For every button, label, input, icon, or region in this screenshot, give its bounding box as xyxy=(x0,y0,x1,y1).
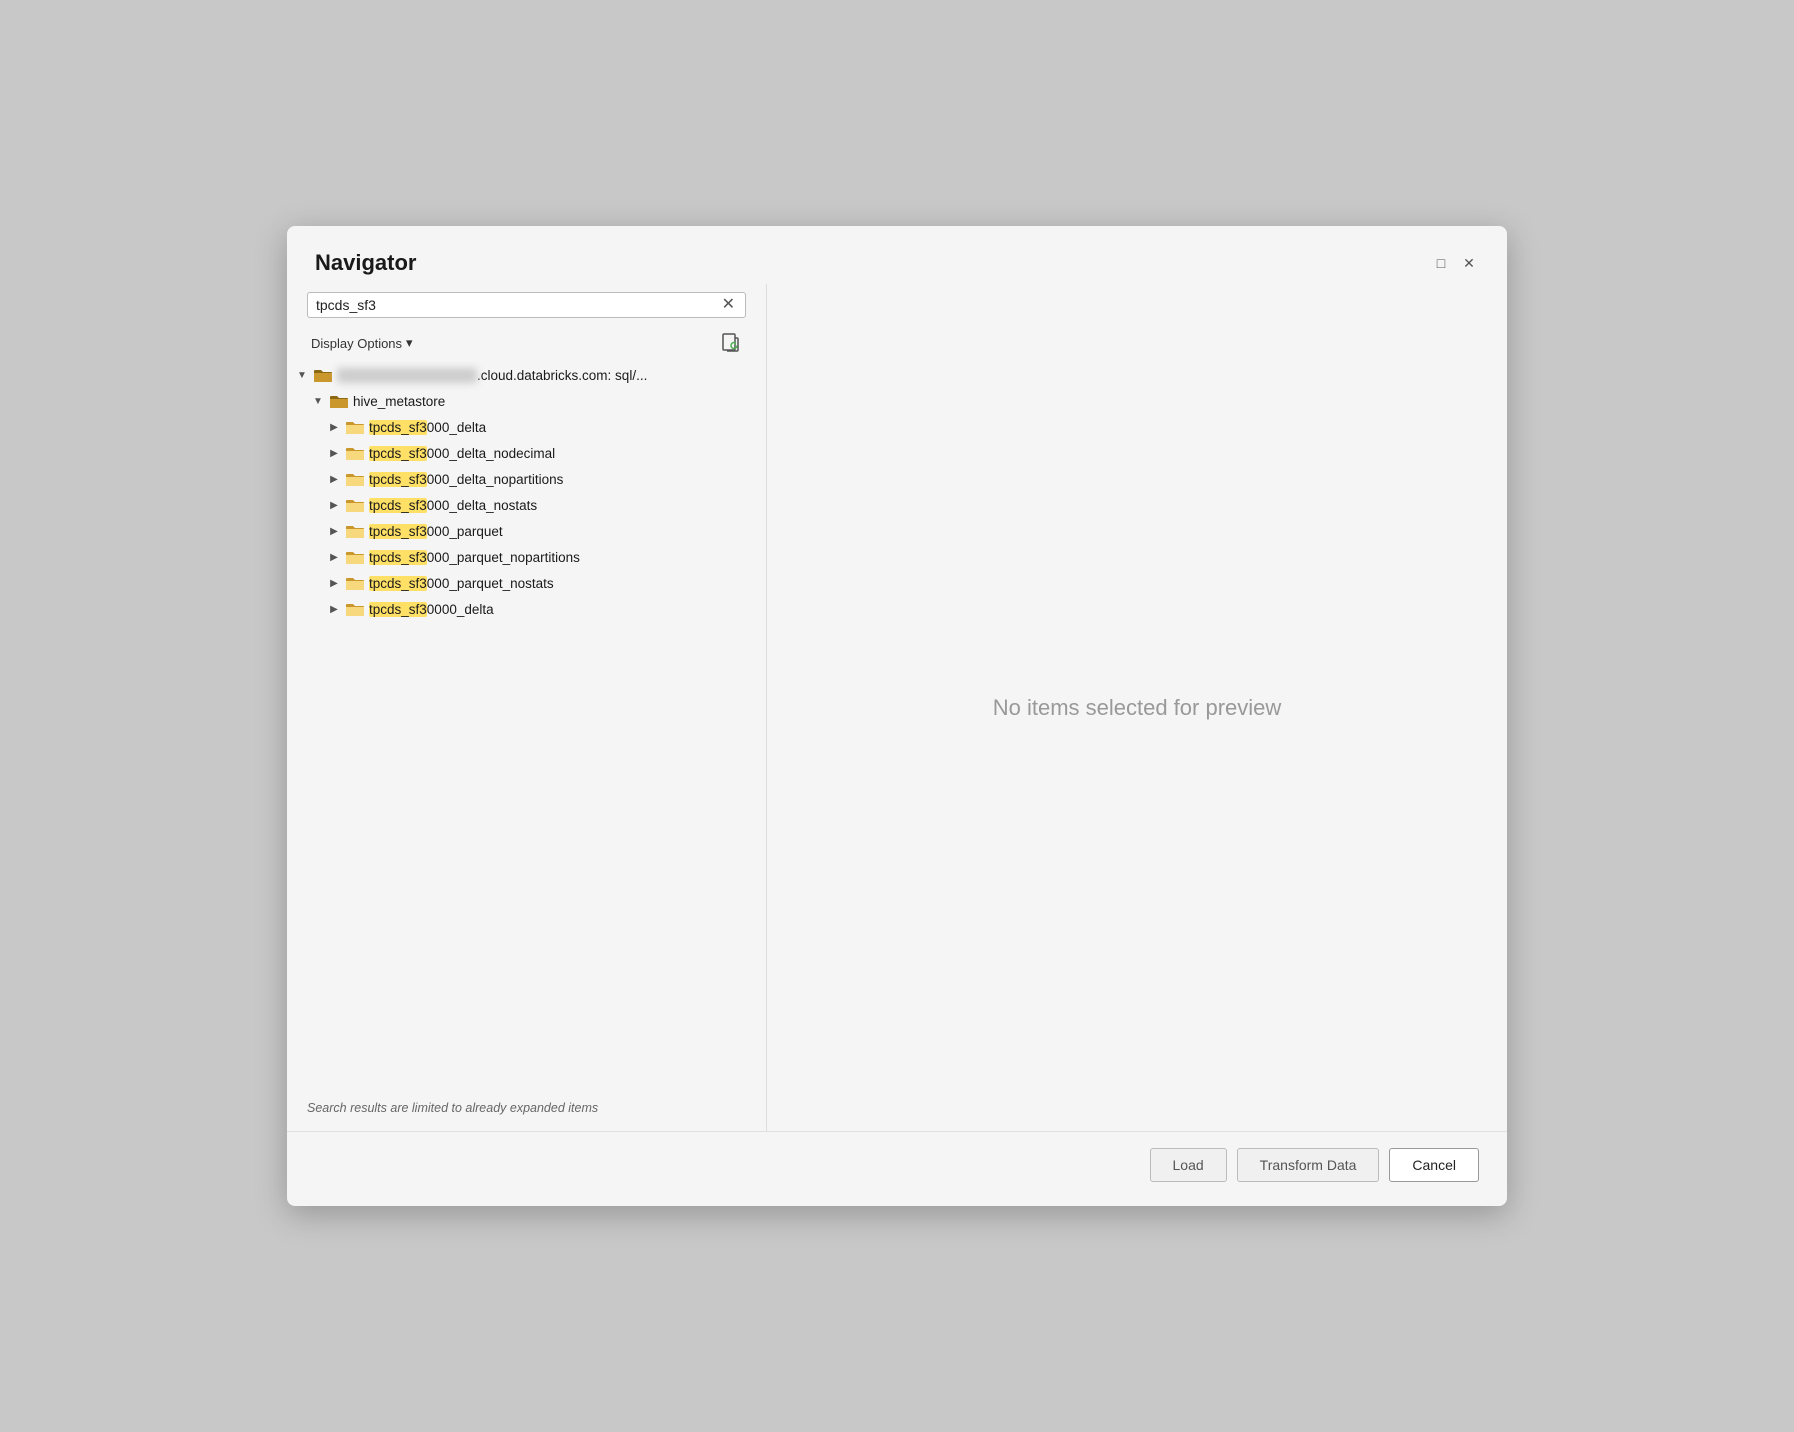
item-label-5: tpcds_sf3000_parquet xyxy=(369,524,758,539)
expand-icon-4: ▶ xyxy=(327,498,341,512)
server-blurred: ████████████ xyxy=(337,368,477,383)
expand-icon-5: ▶ xyxy=(327,524,341,538)
item-label-1: tpcds_sf3000_delta xyxy=(369,420,758,435)
tree-item-hive-metastore[interactable]: ▼ hive_metastore xyxy=(287,388,766,414)
folder-icon-light-4 xyxy=(345,497,365,513)
maximize-button[interactable]: □ xyxy=(1431,253,1451,273)
search-footer: Search results are limited to already ex… xyxy=(287,1089,766,1131)
tree-item-tpcds-sf3000-parquet-nostats[interactable]: ▶ tpcds_sf3000_parquet_nostats xyxy=(287,570,766,596)
left-panel: ✕ Display Options ▾ xyxy=(287,284,767,1131)
expand-icon-8: ▶ xyxy=(327,602,341,616)
search-clear-button[interactable]: ✕ xyxy=(720,297,737,313)
display-options-button[interactable]: Display Options ▾ xyxy=(307,333,417,353)
tree-item-root[interactable]: ▼ ████████████.cloud.databricks.com: sql… xyxy=(287,362,766,388)
right-panel: No items selected for preview xyxy=(767,284,1507,1131)
item-label-4: tpcds_sf3000_delta_nostats xyxy=(369,498,758,513)
folder-icon-light-7 xyxy=(345,575,365,591)
folder-icon-light-1 xyxy=(345,419,365,435)
tree-item-tpcds-sf3000-delta-nostats[interactable]: ▶ tpcds_sf3000_delta_nostats xyxy=(287,492,766,518)
tree-item-tpcds-sf3000-delta-nodecimal[interactable]: ▶ tpcds_sf3000_delta_nodecimal xyxy=(287,440,766,466)
item-label-3: tpcds_sf3000_delta_nopartitions xyxy=(369,472,758,487)
root-server-label: ████████████.cloud.databricks.com: sql/.… xyxy=(337,368,758,383)
folder-icon-light-5 xyxy=(345,523,365,539)
navigator-dialog: Navigator □ ✕ ✕ Display Options ▾ xyxy=(287,226,1507,1206)
dialog-footer: Load Transform Data Cancel xyxy=(287,1131,1507,1206)
tree-item-tpcds-sf3000-delta[interactable]: ▶ tpcds_sf3000_delta xyxy=(287,414,766,440)
folder-icon-light-6 xyxy=(345,549,365,565)
collapse-icon: ▼ xyxy=(295,368,309,382)
search-box: ✕ xyxy=(307,292,746,318)
tree-item-tpcds-sf30000-delta[interactable]: ▶ tpcds_sf30000_delta xyxy=(287,596,766,622)
expand-icon-7: ▶ xyxy=(327,576,341,590)
expand-icon-3: ▶ xyxy=(327,472,341,486)
dialog-header: Navigator □ ✕ xyxy=(287,226,1507,284)
expand-icon-2: ▶ xyxy=(327,446,341,460)
item-label-6: tpcds_sf3000_parquet_nopartitions xyxy=(369,550,758,565)
folder-icon-light-3 xyxy=(345,471,365,487)
refresh-button[interactable] xyxy=(716,330,746,356)
tree-item-tpcds-sf3000-parquet-nopartitions[interactable]: ▶ tpcds_sf3000_parquet_nopartitions xyxy=(287,544,766,570)
collapse-icon-hive: ▼ xyxy=(311,394,325,408)
item-label-7: tpcds_sf3000_parquet_nostats xyxy=(369,576,758,591)
no-preview-text: No items selected for preview xyxy=(993,695,1282,721)
chevron-down-icon: ▾ xyxy=(406,335,413,351)
tree-area: ▼ ████████████.cloud.databricks.com: sql… xyxy=(287,362,766,1089)
folder-icon-dark xyxy=(313,367,333,383)
item-label-8: tpcds_sf30000_delta xyxy=(369,602,758,617)
dialog-title: Navigator xyxy=(315,250,416,276)
dialog-body: ✕ Display Options ▾ xyxy=(287,284,1507,1131)
folder-icon-light-2 xyxy=(345,445,365,461)
transform-data-button[interactable]: Transform Data xyxy=(1237,1148,1380,1182)
cancel-button[interactable]: Cancel xyxy=(1389,1148,1479,1182)
tree-item-tpcds-sf3000-parquet[interactable]: ▶ tpcds_sf3000_parquet xyxy=(287,518,766,544)
display-options-label: Display Options xyxy=(311,336,402,351)
expand-icon-6: ▶ xyxy=(327,550,341,564)
window-controls: □ ✕ xyxy=(1431,253,1479,273)
folder-icon-dark-hive xyxy=(329,393,349,409)
item-label-2: tpcds_sf3000_delta_nodecimal xyxy=(369,446,758,461)
close-button[interactable]: ✕ xyxy=(1459,253,1479,273)
hive-metastore-label: hive_metastore xyxy=(353,394,758,409)
tree-item-tpcds-sf3000-delta-nopartitions[interactable]: ▶ tpcds_sf3000_delta_nopartitions xyxy=(287,466,766,492)
load-button[interactable]: Load xyxy=(1150,1148,1227,1182)
folder-icon-light-8 xyxy=(345,601,365,617)
search-limit-note: Search results are limited to already ex… xyxy=(307,1101,598,1115)
search-area: ✕ xyxy=(287,284,766,326)
toolbar-row: Display Options ▾ xyxy=(287,326,766,362)
search-input[interactable] xyxy=(316,297,720,313)
expand-icon-1: ▶ xyxy=(327,420,341,434)
refresh-icon xyxy=(720,332,742,354)
